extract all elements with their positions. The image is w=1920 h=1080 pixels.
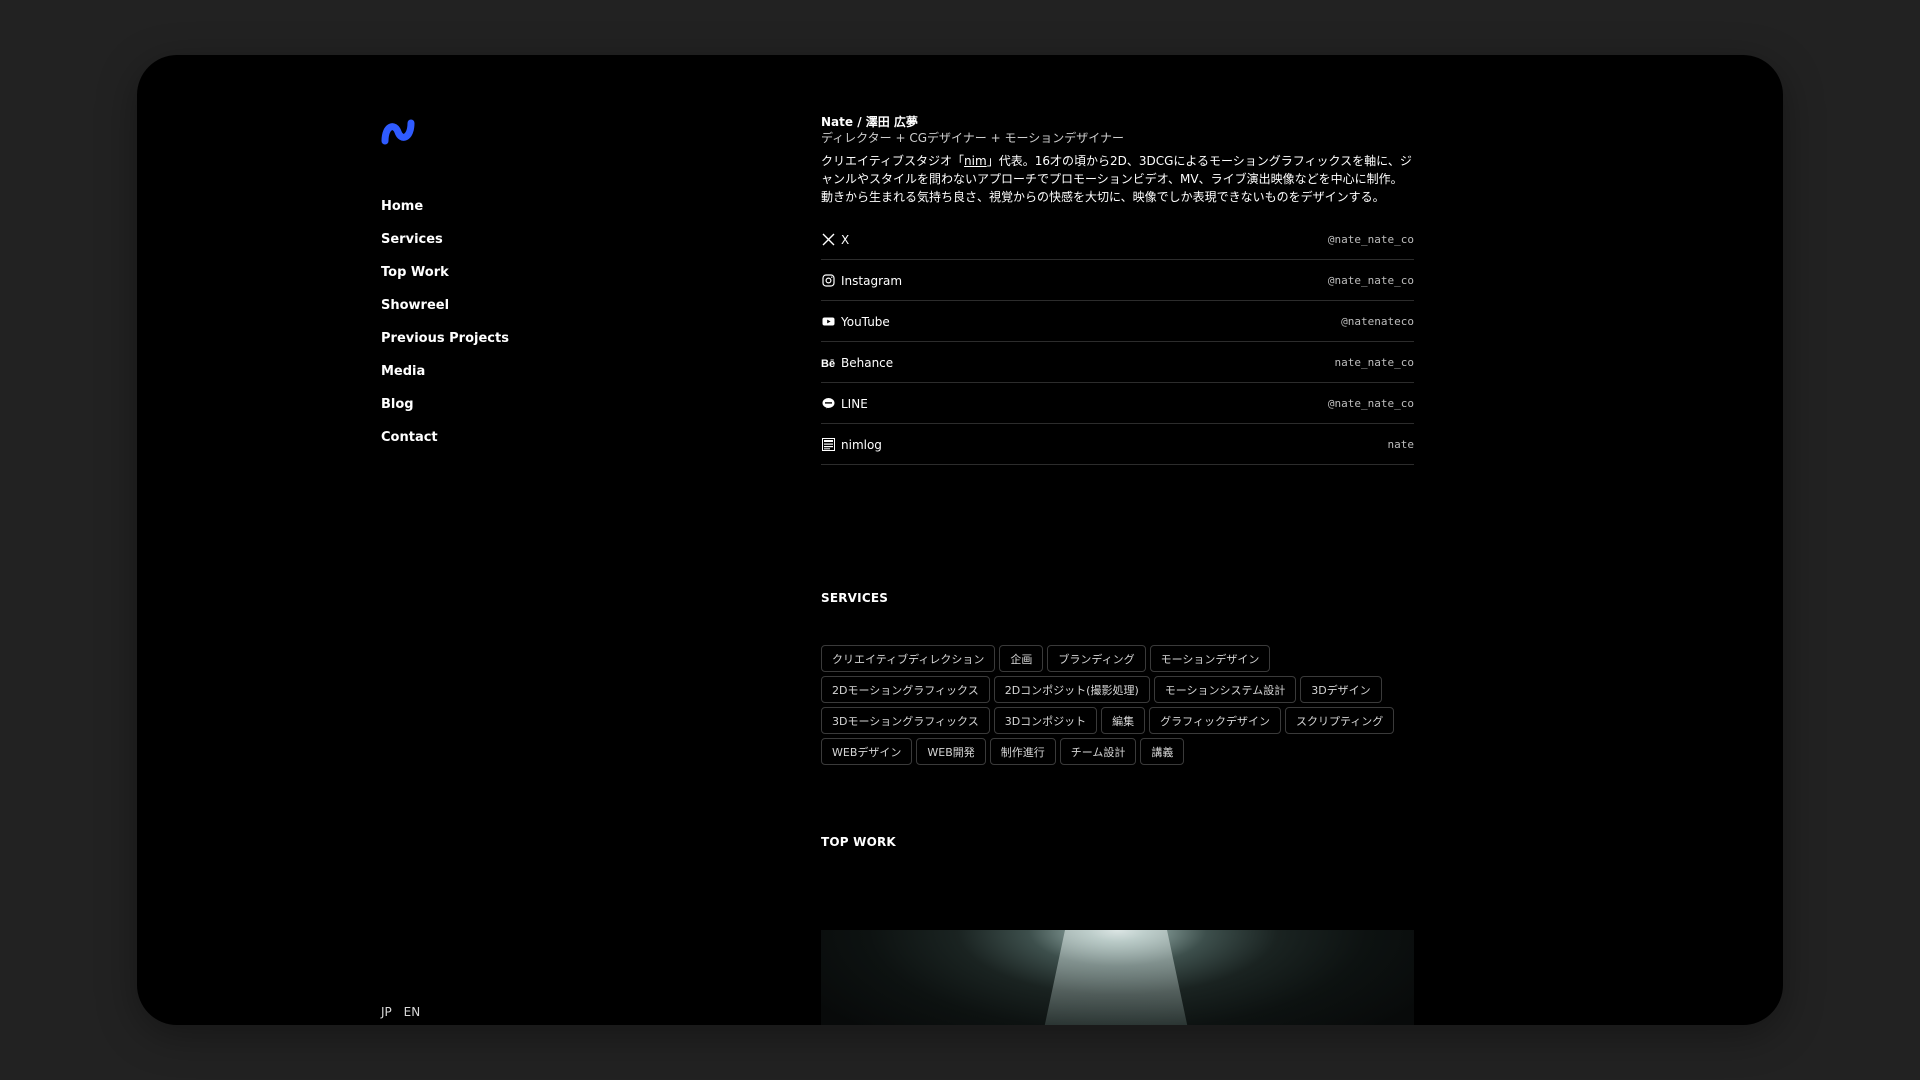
- nav-item-top-work[interactable]: Top Work: [381, 265, 509, 298]
- service-tag: スクリプティング: [1284, 707, 1395, 734]
- brand-logo-icon[interactable]: [381, 119, 415, 145]
- language-switcher: JP EN: [381, 1005, 428, 1019]
- service-tag: チーム設計: [1059, 738, 1137, 765]
- service-tag: 3Dコンポジット: [993, 707, 1098, 734]
- top-work-heading: TOP WORK: [821, 835, 896, 849]
- nav-item-services[interactable]: Services: [381, 232, 509, 265]
- nimlog-icon: [821, 438, 835, 452]
- social-name: Behance: [841, 355, 894, 370]
- main-content: Nate / 澤田 広夢 ディレクター + CGデザイナー + モーションデザイ…: [821, 114, 1414, 1025]
- youtube-icon: [821, 315, 835, 329]
- social-name: nimlog: [841, 437, 882, 452]
- social-link-youtube[interactable]: YouTube @natenateco: [821, 302, 1414, 342]
- x-icon: [821, 233, 835, 247]
- social-name: X: [841, 232, 850, 247]
- page-panel: Home Services Top Work Showreel Previous…: [137, 55, 1783, 1025]
- social-handle: @nate_nate_co: [1327, 233, 1414, 246]
- top-work-thumbnail[interactable]: [821, 930, 1414, 1025]
- social-name: YouTube: [841, 314, 890, 329]
- line-icon: [821, 397, 835, 411]
- service-tag: 制作進行: [989, 738, 1056, 765]
- profile-bio: クリエイティブスタジオ「nim」代表。16才の頃から2D、3DCGによるモーショ…: [821, 152, 1414, 206]
- nav-item-showreel[interactable]: Showreel: [381, 298, 509, 331]
- social-link-x[interactable]: X @nate_nate_co: [821, 220, 1414, 260]
- social-name: Instagram: [841, 273, 903, 288]
- service-tag: クリエイティブディレクション: [821, 645, 996, 672]
- svg-text:Bē: Bē: [821, 358, 835, 369]
- services-heading: SERVICES: [821, 591, 889, 605]
- social-link-instagram[interactable]: Instagram @nate_nate_co: [821, 261, 1414, 301]
- main-nav: Home Services Top Work Showreel Previous…: [381, 199, 509, 463]
- profile-role: ディレクター + CGデザイナー + モーションデザイナー: [821, 131, 1125, 145]
- nav-item-home[interactable]: Home: [381, 199, 509, 232]
- bio-prefix: クリエイティブスタジオ「: [821, 154, 965, 168]
- service-tag: 3Dデザイン: [1300, 676, 1382, 703]
- nav-item-contact[interactable]: Contact: [381, 430, 509, 463]
- service-tag: 編集: [1101, 707, 1146, 734]
- service-tag: モーションシステム設計: [1153, 676, 1297, 703]
- service-tag: 3Dモーショングラフィックス: [821, 707, 990, 734]
- social-link-line[interactable]: LINE @nate_nate_co: [821, 384, 1414, 424]
- nav-item-media[interactable]: Media: [381, 364, 509, 397]
- service-tag: WEBデザイン: [821, 738, 913, 765]
- social-handle: @natenateco: [1341, 315, 1414, 328]
- service-tag: 講義: [1140, 738, 1185, 765]
- service-tag: 企画: [999, 645, 1044, 672]
- social-name: LINE: [841, 396, 868, 411]
- language-jp-link[interactable]: JP: [381, 1005, 392, 1019]
- service-tag: ブランディング: [1047, 645, 1146, 672]
- social-handle: nate: [1387, 438, 1415, 451]
- behance-icon: Bē: [821, 356, 835, 370]
- service-tag: 2Dコンポジット(撮影処理): [993, 676, 1150, 703]
- nav-item-blog[interactable]: Blog: [381, 397, 509, 430]
- social-link-behance[interactable]: Bē Behance nate_nate_co: [821, 343, 1414, 383]
- nim-link[interactable]: nim: [964, 154, 987, 168]
- social-link-nimlog[interactable]: nimlog nate: [821, 425, 1414, 465]
- instagram-icon: [821, 274, 835, 288]
- service-tag: グラフィックデザイン: [1149, 707, 1281, 734]
- social-handle: @nate_nate_co: [1327, 274, 1414, 287]
- profile-name: Nate / 澤田 広夢: [821, 115, 918, 129]
- services-tag-list: クリエイティブディレクション 企画 ブランディング モーションデザイン 2Dモー…: [821, 645, 1421, 769]
- service-tag: 2Dモーショングラフィックス: [821, 676, 990, 703]
- thumbnail-light-beam: [1031, 930, 1201, 1025]
- social-links: X @nate_nate_co Instagram @nate_nate_co: [821, 220, 1414, 465]
- service-tag: モーションデザイン: [1149, 645, 1271, 672]
- social-handle: @nate_nate_co: [1327, 397, 1414, 410]
- language-en-link[interactable]: EN: [404, 1005, 421, 1019]
- nav-item-previous-projects[interactable]: Previous Projects: [381, 331, 509, 364]
- service-tag: WEB開発: [916, 738, 986, 765]
- social-handle: nate_nate_co: [1334, 356, 1414, 369]
